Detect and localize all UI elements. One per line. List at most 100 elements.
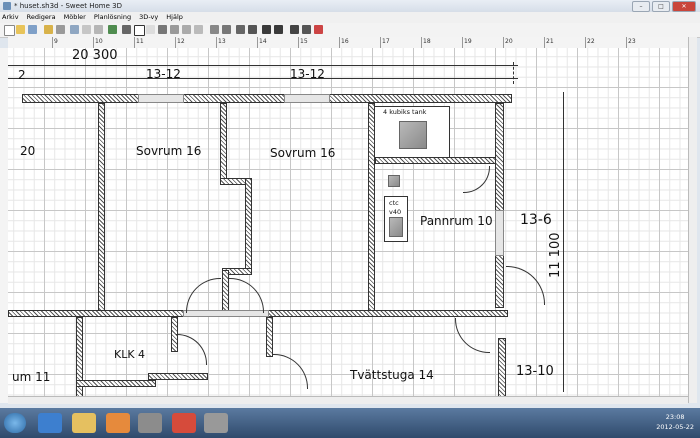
start-button-icon[interactable] — [4, 413, 26, 433]
app-icon — [3, 2, 11, 10]
wall-top[interactable] — [22, 94, 512, 103]
minimize-button[interactable]: – — [632, 1, 650, 12]
ruler-tick: 19 — [464, 38, 472, 45]
wall-interior[interactable] — [76, 380, 156, 387]
move-icon[interactable] — [222, 25, 231, 34]
door-swing[interactable] — [463, 166, 490, 193]
door-swing[interactable] — [273, 354, 308, 389]
redo-icon[interactable] — [56, 25, 65, 34]
ctc-furniture[interactable]: ctc v40 — [384, 196, 408, 242]
menu-arkiv[interactable]: Arkiv — [2, 13, 19, 21]
ruler-tick: 15 — [300, 38, 308, 45]
create-rooms-icon[interactable] — [170, 25, 179, 34]
dim-right-a: 13-6 — [520, 212, 552, 228]
door-swing[interactable] — [229, 278, 264, 313]
menu-planlosning[interactable]: Planlösning — [94, 13, 131, 21]
window-top-b[interactable] — [284, 94, 330, 103]
dim-right-vertical: 11 100 — [548, 232, 563, 279]
taskbar: 23:08 2012-05-22 — [0, 408, 700, 438]
ruler-tick: 11 — [136, 38, 144, 45]
small-box-icon[interactable] — [388, 175, 400, 187]
pan-hand-icon[interactable] — [146, 25, 155, 34]
wall-right[interactable] — [495, 103, 504, 308]
create-dimensions-icon[interactable] — [182, 25, 191, 34]
menu-redigera[interactable]: Redigera — [27, 13, 56, 21]
ruler-tick: 14 — [259, 38, 267, 45]
help-icon[interactable] — [314, 25, 323, 34]
clock-time: 23:08 — [665, 413, 685, 421]
wall-interior[interactable] — [148, 373, 208, 380]
internet-explorer-icon[interactable] — [38, 413, 62, 433]
door-swing[interactable] — [176, 334, 207, 365]
ruler-tick: 23 — [628, 38, 636, 45]
maximize-button[interactable]: □ — [652, 1, 670, 12]
menu-mobler[interactable]: Möbler — [64, 13, 86, 21]
plan-canvas[interactable]: 20 300 2 13-12 13-12 20 Sovrum 16 Sovrum… — [8, 48, 696, 403]
dim-top-a: 13-12 — [146, 67, 181, 81]
vertical-scrollbar[interactable] — [688, 37, 697, 403]
menu-3d-vy[interactable]: 3D-vy — [139, 13, 158, 21]
dim-left-partial: 2 — [18, 68, 26, 82]
dim-right-b: 13-10 — [516, 364, 554, 379]
open-folder-icon[interactable] — [16, 25, 25, 34]
app-icon-taskbar[interactable] — [204, 413, 228, 433]
room-label: 20 — [20, 144, 36, 158]
window-top-a[interactable] — [138, 94, 184, 103]
add-text-icon[interactable] — [194, 25, 203, 34]
dimension-line — [563, 92, 564, 392]
text-style-icon[interactable] — [236, 25, 245, 34]
door-swing[interactable] — [455, 318, 490, 353]
media-player-icon[interactable] — [106, 413, 130, 433]
undo-icon[interactable] — [44, 25, 53, 34]
chrome-icon[interactable] — [172, 413, 196, 433]
ruler-tick: 16 — [341, 38, 349, 45]
wall-interior[interactable] — [98, 103, 105, 313]
wall-interior[interactable] — [245, 178, 252, 273]
create-walls-icon[interactable] — [158, 25, 167, 34]
window-title: * huset.sh3d - Sweet Home 3D — [14, 2, 122, 10]
wall-interior[interactable] — [222, 270, 229, 312]
system-clock[interactable]: 23:08 2012-05-22 — [656, 412, 694, 432]
dimension-line — [8, 65, 518, 66]
ruler-tick: 21 — [546, 38, 554, 45]
menu-hjalp[interactable]: Hjälp — [166, 13, 183, 21]
wall-interior[interactable] — [76, 317, 83, 403]
file-explorer-icon[interactable] — [72, 413, 96, 433]
add-furniture-icon[interactable] — [108, 25, 117, 34]
video-icon[interactable] — [302, 25, 311, 34]
rotate-icon[interactable] — [210, 25, 219, 34]
close-button[interactable]: ✕ — [672, 1, 696, 12]
font-size-icon[interactable] — [248, 25, 257, 34]
horizontal-scrollbar[interactable] — [8, 396, 688, 404]
copy-icon[interactable] — [82, 25, 91, 34]
select-arrow-icon[interactable] — [134, 25, 145, 36]
room-tvattstuga: Tvättstuga 14 — [350, 368, 434, 382]
save-icon[interactable] — [28, 25, 37, 34]
cut-icon[interactable] — [70, 25, 79, 34]
new-file-icon[interactable] — [4, 25, 15, 36]
sweet-home-3d-icon[interactable] — [138, 413, 162, 433]
import-icon[interactable] — [122, 25, 131, 34]
zoom-out-icon[interactable] — [274, 25, 283, 34]
menu-bar: Arkiv Redigera Möbler Planlösning 3D-vy … — [0, 12, 700, 23]
ruler-tick: 22 — [587, 38, 595, 45]
wall-right-lower[interactable] — [498, 338, 506, 403]
tank-furniture[interactable]: 4 kubiks tank — [374, 106, 450, 158]
ruler-tick: 9 — [54, 38, 58, 45]
ruler-tick: 20 — [505, 38, 513, 45]
photo-icon[interactable] — [290, 25, 299, 34]
tank-icon — [399, 121, 427, 149]
wall-interior[interactable] — [266, 317, 273, 357]
zoom-in-icon[interactable] — [262, 25, 271, 34]
paste-icon[interactable] — [94, 25, 103, 34]
ruler-tick: 13 — [218, 38, 226, 45]
ctc-icon — [389, 217, 403, 237]
door-swing[interactable] — [506, 266, 545, 305]
wall-interior[interactable] — [375, 157, 501, 164]
dim-top-b: 13-12 — [290, 67, 325, 81]
dimension-line — [8, 78, 518, 79]
window-right[interactable] — [495, 210, 504, 256]
wall-interior[interactable] — [220, 103, 227, 183]
door-swing[interactable] — [186, 278, 221, 313]
ruler-tick: 17 — [382, 38, 390, 45]
